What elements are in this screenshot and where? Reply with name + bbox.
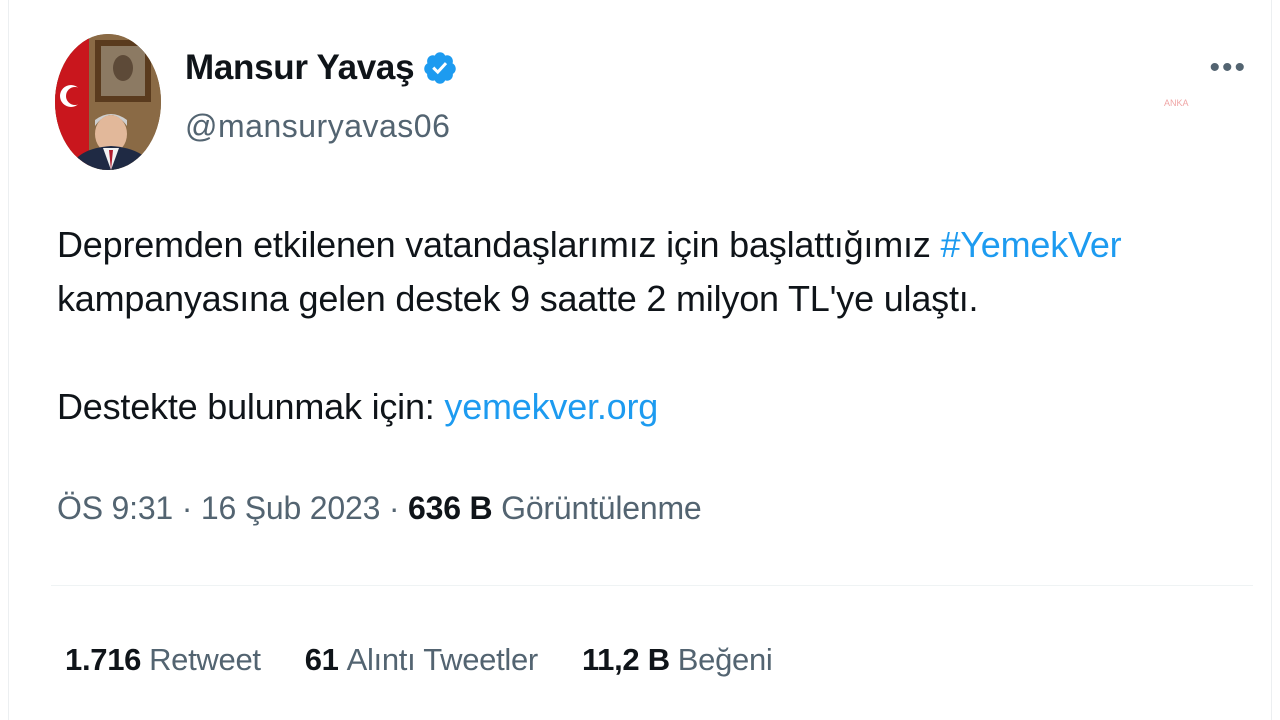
retweets-count: 1.716 xyxy=(65,642,142,677)
likes-stat[interactable]: 11,2 B Beğeni xyxy=(582,642,773,678)
tweet-line-3: Destekte bulunmak için: yemekver.org xyxy=(57,380,1257,434)
author-handle[interactable]: @mansuryavas06 xyxy=(185,108,450,145)
hashtag-link[interactable]: #YemekVer xyxy=(940,224,1121,265)
views-label: Görüntülenme xyxy=(501,490,702,526)
likes-label: Beğeni xyxy=(677,642,773,677)
quotes-count: 61 xyxy=(304,642,339,677)
author-name-row: Mansur Yavaş xyxy=(185,48,458,88)
tweet-card: Mansur Yavaş @mansuryavas06 ••• ANKA Dep… xyxy=(9,0,1271,720)
retweets-stat[interactable]: 1.716 Retweet xyxy=(65,642,261,678)
tweet-time[interactable]: ÖS 9:31 xyxy=(57,490,173,526)
tweet-date[interactable]: 16 Şub 2023 xyxy=(201,490,381,526)
avatar[interactable] xyxy=(55,34,161,170)
tweet-line-1: Depremden etkilenen vatandaşlarımız için… xyxy=(57,218,1257,272)
views-count: 636 B xyxy=(408,490,493,526)
tweet-line-2: kampanyasına gelen destek 9 saatte 2 mil… xyxy=(57,278,979,319)
divider xyxy=(51,585,1253,586)
tweet-stats: 1.716 Retweet 61 Alıntı Tweetler 11,2 B Beğ… xyxy=(65,642,773,678)
more-options-icon[interactable]: ••• xyxy=(1209,53,1247,83)
meta-separator: · xyxy=(173,490,201,526)
watermark-logo: ANKA xyxy=(1164,98,1189,108)
likes-count: 11,2 B xyxy=(581,642,670,677)
quotes-label: Alıntı Tweetler xyxy=(346,642,539,677)
verified-badge-icon xyxy=(422,50,458,86)
meta-separator: · xyxy=(380,490,409,526)
display-name[interactable]: Mansur Yavaş xyxy=(185,48,415,88)
tweet-text: Depremden etkilenen vatandaşlarımız için… xyxy=(57,218,1257,434)
retweets-label: Retweet xyxy=(149,642,261,677)
tweet-line-1-text: Depremden etkilenen vatandaşlarımız için… xyxy=(57,224,941,265)
tweet-frame: Mansur Yavaş @mansuryavas06 ••• ANKA Dep… xyxy=(8,0,1272,720)
tweet-line-3-text: Destekte bulunmak için: xyxy=(57,386,445,427)
url-link[interactable]: yemekver.org xyxy=(444,386,658,427)
tweet-meta: ÖS 9:31 · 16 Şub 2023 · 636 B Görüntülen… xyxy=(57,490,702,527)
quotes-stat[interactable]: 61 Alıntı Tweetler xyxy=(304,642,539,678)
